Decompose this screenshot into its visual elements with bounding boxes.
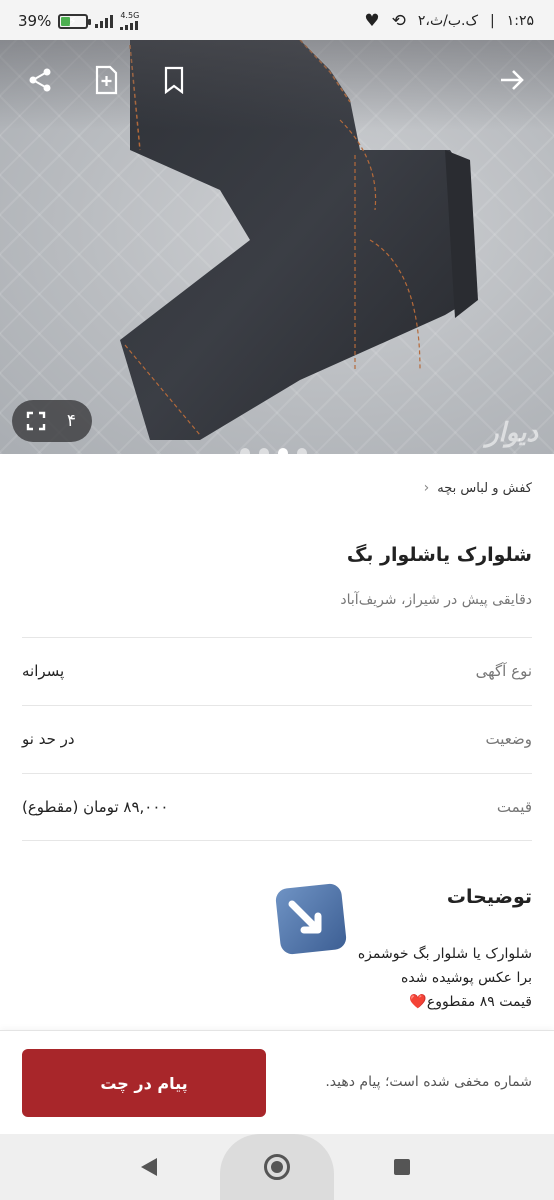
network-indicator: 4.5G — [120, 12, 139, 30]
description-text: شلوارک یا شلوار بگ خوشمزه برا عکس پوشیده… — [358, 942, 532, 1014]
photo-count: ۴ — [66, 411, 76, 431]
pagination-dot — [278, 448, 288, 454]
attribute-value: پسرانه — [22, 662, 65, 680]
heart-emoji: ❤️ — [409, 994, 427, 1010]
attribute-label: قیمت — [496, 798, 532, 816]
heart-icon: ♥ — [364, 11, 380, 31]
back-arrow-icon — [501, 70, 524, 90]
attribute-label: نوع آگهی — [475, 662, 532, 680]
chat-button[interactable]: پیام در چت — [22, 1049, 266, 1117]
breadcrumb-category[interactable]: کفش و لباس بچه — [437, 481, 532, 496]
nav-home-icon[interactable] — [264, 1154, 290, 1180]
repost-icon: ⟲ — [391, 11, 406, 31]
description-line: قیمت ۸۹ مقطووع — [426, 994, 532, 1010]
attribute-label: وضعیت — [485, 730, 532, 748]
description-line: برا عکس پوشیده شده — [401, 970, 532, 986]
add-note-icon — [95, 65, 118, 95]
description-line-price: قیمت ۸۹ مقطووع❤️ — [358, 990, 532, 1014]
date-label: ۲،ک.ب/ث — [417, 13, 478, 29]
time-label: ۱:۲۵ — [506, 13, 534, 29]
description-line: شلوارک یا شلوار بگ خوشمزه — [357, 946, 532, 962]
divider — [22, 840, 532, 841]
listing-photo[interactable]: ۴ دیوار — [0, 40, 554, 454]
listing-subtitle: دقایقی پیش در شیراز، شریف‌آباد — [340, 592, 532, 608]
attribute-row-type: نوع آگهی پسرانه — [22, 637, 532, 704]
add-note-button[interactable] — [84, 58, 128, 102]
status-separator: | — [490, 13, 495, 29]
breadcrumb[interactable]: کفش و لباس بچه ‹ — [424, 480, 532, 496]
pagination-dot — [297, 448, 307, 454]
network-type: 4.5G — [120, 11, 140, 20]
attribute-row-condition: وضعیت در حد نو — [22, 705, 532, 772]
battery-percent: 39% — [18, 12, 52, 30]
photo-counter[interactable]: ۴ — [12, 400, 92, 442]
share-button[interactable] — [18, 58, 62, 102]
nav-back-icon[interactable] — [141, 1158, 157, 1176]
bookmark-button[interactable] — [152, 58, 196, 102]
attribute-row-price: قیمت ۸۹,۰۰۰ تومان (مقطوع) — [22, 773, 532, 840]
pagination-dot — [259, 448, 269, 454]
bookmark-icon — [164, 66, 184, 94]
fullscreen-icon — [26, 411, 46, 431]
listing-title: شلوارک یاشلوار بگ — [346, 544, 532, 566]
battery-icon: ⚡ — [58, 13, 92, 29]
photo-pagination — [240, 448, 307, 454]
back-button[interactable] — [490, 58, 534, 102]
attribute-value: در حد نو — [22, 730, 75, 748]
divar-watermark: دیوار — [485, 418, 538, 448]
share-icon — [29, 68, 51, 92]
signal-icon — [95, 14, 114, 28]
pagination-dot — [240, 448, 250, 454]
attribute-value: ۸۹,۰۰۰ تومان (مقطوع) — [22, 798, 169, 816]
signal-icon-2 — [120, 20, 139, 30]
charging-icon: ⚡ — [68, 13, 77, 28]
arrow-sticker-icon — [275, 883, 347, 955]
status-bar: 39% ⚡ 4.5G ♥ ⟲ ۲،ک.ب/ث | ۱:۲۵ — [0, 0, 554, 40]
description-heading: توضیحات — [446, 886, 532, 908]
system-nav-bar — [0, 1134, 554, 1200]
action-bar: پیام در چت شماره مخفی شده است؛ پیام دهید… — [0, 1030, 554, 1134]
status-left: 39% ⚡ 4.5G — [18, 10, 139, 32]
status-right: ♥ ⟲ ۲،ک.ب/ث | ۱:۲۵ — [364, 10, 534, 32]
chevron-left-icon: ‹ — [423, 480, 430, 496]
nav-recents-icon[interactable] — [394, 1159, 410, 1175]
phone-hidden-note: شماره مخفی شده است؛ پیام دهید. — [325, 1074, 532, 1090]
